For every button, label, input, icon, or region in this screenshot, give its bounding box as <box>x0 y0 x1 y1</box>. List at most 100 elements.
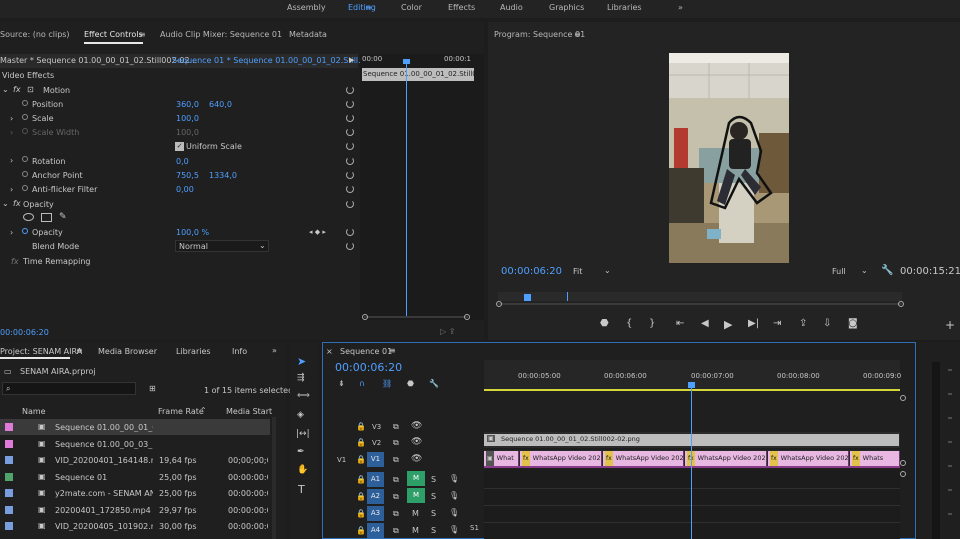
video-clip[interactable]: fxWhatsApp Video 2020 <box>768 451 849 466</box>
eye-icon[interactable]: 👁 <box>411 437 422 447</box>
eye-icon[interactable]: 👁 <box>411 454 422 464</box>
step-forward-icon[interactable]: ▶| <box>748 318 759 329</box>
effect-controls-timecode[interactable]: 00:00:06:20 <box>0 328 49 337</box>
go-to-out-icon[interactable]: ⇥ <box>773 318 781 329</box>
tab-sequence[interactable]: Sequence 01 <box>340 347 392 356</box>
extract-icon[interactable]: ⇩ <box>823 318 831 329</box>
scale-value[interactable]: 100,0 <box>176 114 199 123</box>
overflow-icon[interactable]: » <box>272 346 277 355</box>
timeline-vscroll-mid[interactable] <box>900 460 906 466</box>
tab-audio-clip-mixer[interactable]: Audio Clip Mixer: Sequence 01 <box>160 30 282 39</box>
anchor-reset-icon[interactable] <box>346 171 354 179</box>
mute-button[interactable]: M <box>407 488 425 503</box>
program-zoom-bar[interactable] <box>498 303 902 305</box>
video-clip[interactable]: fxWhatsApp Video 2020 <box>603 451 684 466</box>
eye-icon[interactable]: 👁 <box>411 421 422 431</box>
project-list-item[interactable]: ▣ VID_20200401_164148.mp4 19,64 fps 00;00;0… <box>0 452 270 468</box>
track-label-a2[interactable]: A2 <box>367 489 384 504</box>
pen-tool-icon[interactable]: ✒ <box>297 447 305 457</box>
play-icon[interactable]: ▶ <box>724 318 732 331</box>
sync-lock-icon[interactable]: ⧉ <box>393 438 399 448</box>
effect-mini-timeline[interactable] <box>360 54 484 320</box>
tab-media-browser[interactable]: Media Browser <box>98 347 157 356</box>
scale-width-stopwatch-icon[interactable] <box>22 128 28 134</box>
workspace-libraries[interactable]: Libraries <box>607 3 642 12</box>
column-media-start[interactable]: Media Start <box>226 407 272 416</box>
project-scrollbar[interactable] <box>272 417 276 539</box>
tab-source[interactable]: Source: (no clips) <box>0 30 70 39</box>
label-color-swatch[interactable] <box>5 472 13 481</box>
export-frame-icon[interactable]: ▷ ⇪ <box>440 327 455 336</box>
pen-mask-icon[interactable]: ✎ <box>59 212 67 222</box>
workspace-graphics[interactable]: Graphics <box>549 3 584 12</box>
mark-in-icon[interactable]: { <box>626 318 632 329</box>
label-color-swatch[interactable] <box>5 423 13 431</box>
ripple-edit-icon[interactable]: ⟺ <box>297 391 310 401</box>
work-area-bar[interactable] <box>484 389 900 391</box>
add-marker-icon[interactable]: ⬣ <box>600 318 609 329</box>
opacity-expand-icon[interactable]: ⌄ <box>2 199 9 208</box>
solo-button[interactable]: S <box>431 475 436 484</box>
video-clip[interactable]: fxWhatsApp Video 2020 <box>520 451 602 466</box>
scale-width-reset-icon[interactable] <box>346 128 354 136</box>
program-monitor-title[interactable]: Program: Sequence 01 <box>494 30 585 39</box>
project-list-item[interactable]: ▣ VID_20200405_101902.mp4 30,00 fps 00:00:0… <box>0 518 270 534</box>
workspace-color[interactable]: Color <box>401 3 422 12</box>
project-list-item[interactable]: ▣ Sequence 01 25,00 fps 00:00:00:0 <box>0 469 270 485</box>
play-arrow-icon[interactable]: ▶ <box>349 56 354 64</box>
label-color-swatch[interactable] <box>5 505 13 514</box>
program-menu-icon[interactable]: ≡ <box>574 30 581 39</box>
antiflicker-expand-icon[interactable]: › <box>10 185 13 194</box>
opacity-value[interactable]: 100,0 % <box>176 228 209 237</box>
lift-icon[interactable]: ⇪ <box>799 318 807 329</box>
rotation-reset-icon[interactable] <box>346 157 354 165</box>
step-back-icon[interactable]: ◀ <box>701 318 709 329</box>
new-bin-icon[interactable]: ⊞ <box>149 384 156 393</box>
program-video-frame[interactable] <box>669 53 789 263</box>
ellipse-mask-icon[interactable] <box>23 213 34 221</box>
mute-button[interactable]: M <box>412 509 419 518</box>
lock-icon[interactable]: 🔒 <box>356 422 366 431</box>
antiflicker-value[interactable]: 0,00 <box>176 185 194 194</box>
track-label-a4[interactable]: A4 <box>367 523 384 538</box>
project-list-item[interactable]: ▣ 20200401_172850.mp4 29,97 fps 00:00:00:0 <box>0 502 270 518</box>
mute-button[interactable]: M <box>412 526 419 535</box>
panel-menu-icon[interactable]: ≡ <box>139 30 146 39</box>
program-playhead[interactable] <box>524 294 531 301</box>
rotation-value[interactable]: 0,0 <box>176 157 189 166</box>
workspace-assembly[interactable]: Assembly <box>287 3 326 12</box>
mini-scroll-bar[interactable] <box>364 316 468 318</box>
position-y-value[interactable]: 640,0 <box>209 100 232 109</box>
opacity-group-reset-icon[interactable] <box>346 200 354 208</box>
blend-reset-icon[interactable] <box>346 242 354 250</box>
program-time-ruler[interactable] <box>498 292 902 301</box>
sync-lock-icon[interactable]: ⧉ <box>393 455 399 465</box>
program-zoom-right-handle[interactable] <box>898 301 904 307</box>
mini-scroll-right-handle[interactable] <box>464 314 470 320</box>
workspace-menu-icon[interactable]: ≡ <box>365 3 372 12</box>
microphone-icon[interactable]: 🎙 <box>449 491 459 500</box>
scale-reset-icon[interactable] <box>346 114 354 122</box>
selection-tool-icon[interactable]: ➤ <box>297 355 306 368</box>
program-current-timecode[interactable]: 00:00:06:20 <box>501 266 562 277</box>
hand-tool-icon[interactable]: ✋ <box>297 465 308 475</box>
time-remap-fx-icon[interactable]: fx <box>11 257 19 266</box>
mini-playhead-handle[interactable] <box>403 59 410 64</box>
snap-icon[interactable]: ∩ <box>359 379 365 388</box>
project-search-input[interactable]: ⌕ <box>2 382 136 395</box>
fx-icon[interactable]: fx <box>13 85 21 94</box>
tab-project[interactable]: Project: SENAM AIRA <box>0 347 82 356</box>
scale-width-expand-icon[interactable]: › <box>10 128 13 137</box>
anchor-x-value[interactable]: 750,5 <box>176 171 199 180</box>
opacity-reset-icon[interactable] <box>346 228 354 236</box>
project-list-item[interactable]: ▣ Sequence 01.00_00_03_18.S <box>0 436 270 452</box>
track-label-v2[interactable]: V2 <box>372 439 381 447</box>
lock-icon[interactable]: 🔒 <box>356 475 366 484</box>
razor-tool-icon[interactable]: ◈ <box>297 410 304 420</box>
uniform-scale-checkbox[interactable]: ✓ <box>175 142 184 151</box>
microphone-icon[interactable]: 🎙 <box>449 474 459 483</box>
sync-lock-icon[interactable]: ⧉ <box>393 526 399 536</box>
sync-lock-icon[interactable]: ⧉ <box>393 475 399 485</box>
blend-mode-select[interactable]: Normal ⌄ <box>175 240 269 252</box>
timeline-timecode[interactable]: 00:00:06:20 <box>335 361 402 374</box>
